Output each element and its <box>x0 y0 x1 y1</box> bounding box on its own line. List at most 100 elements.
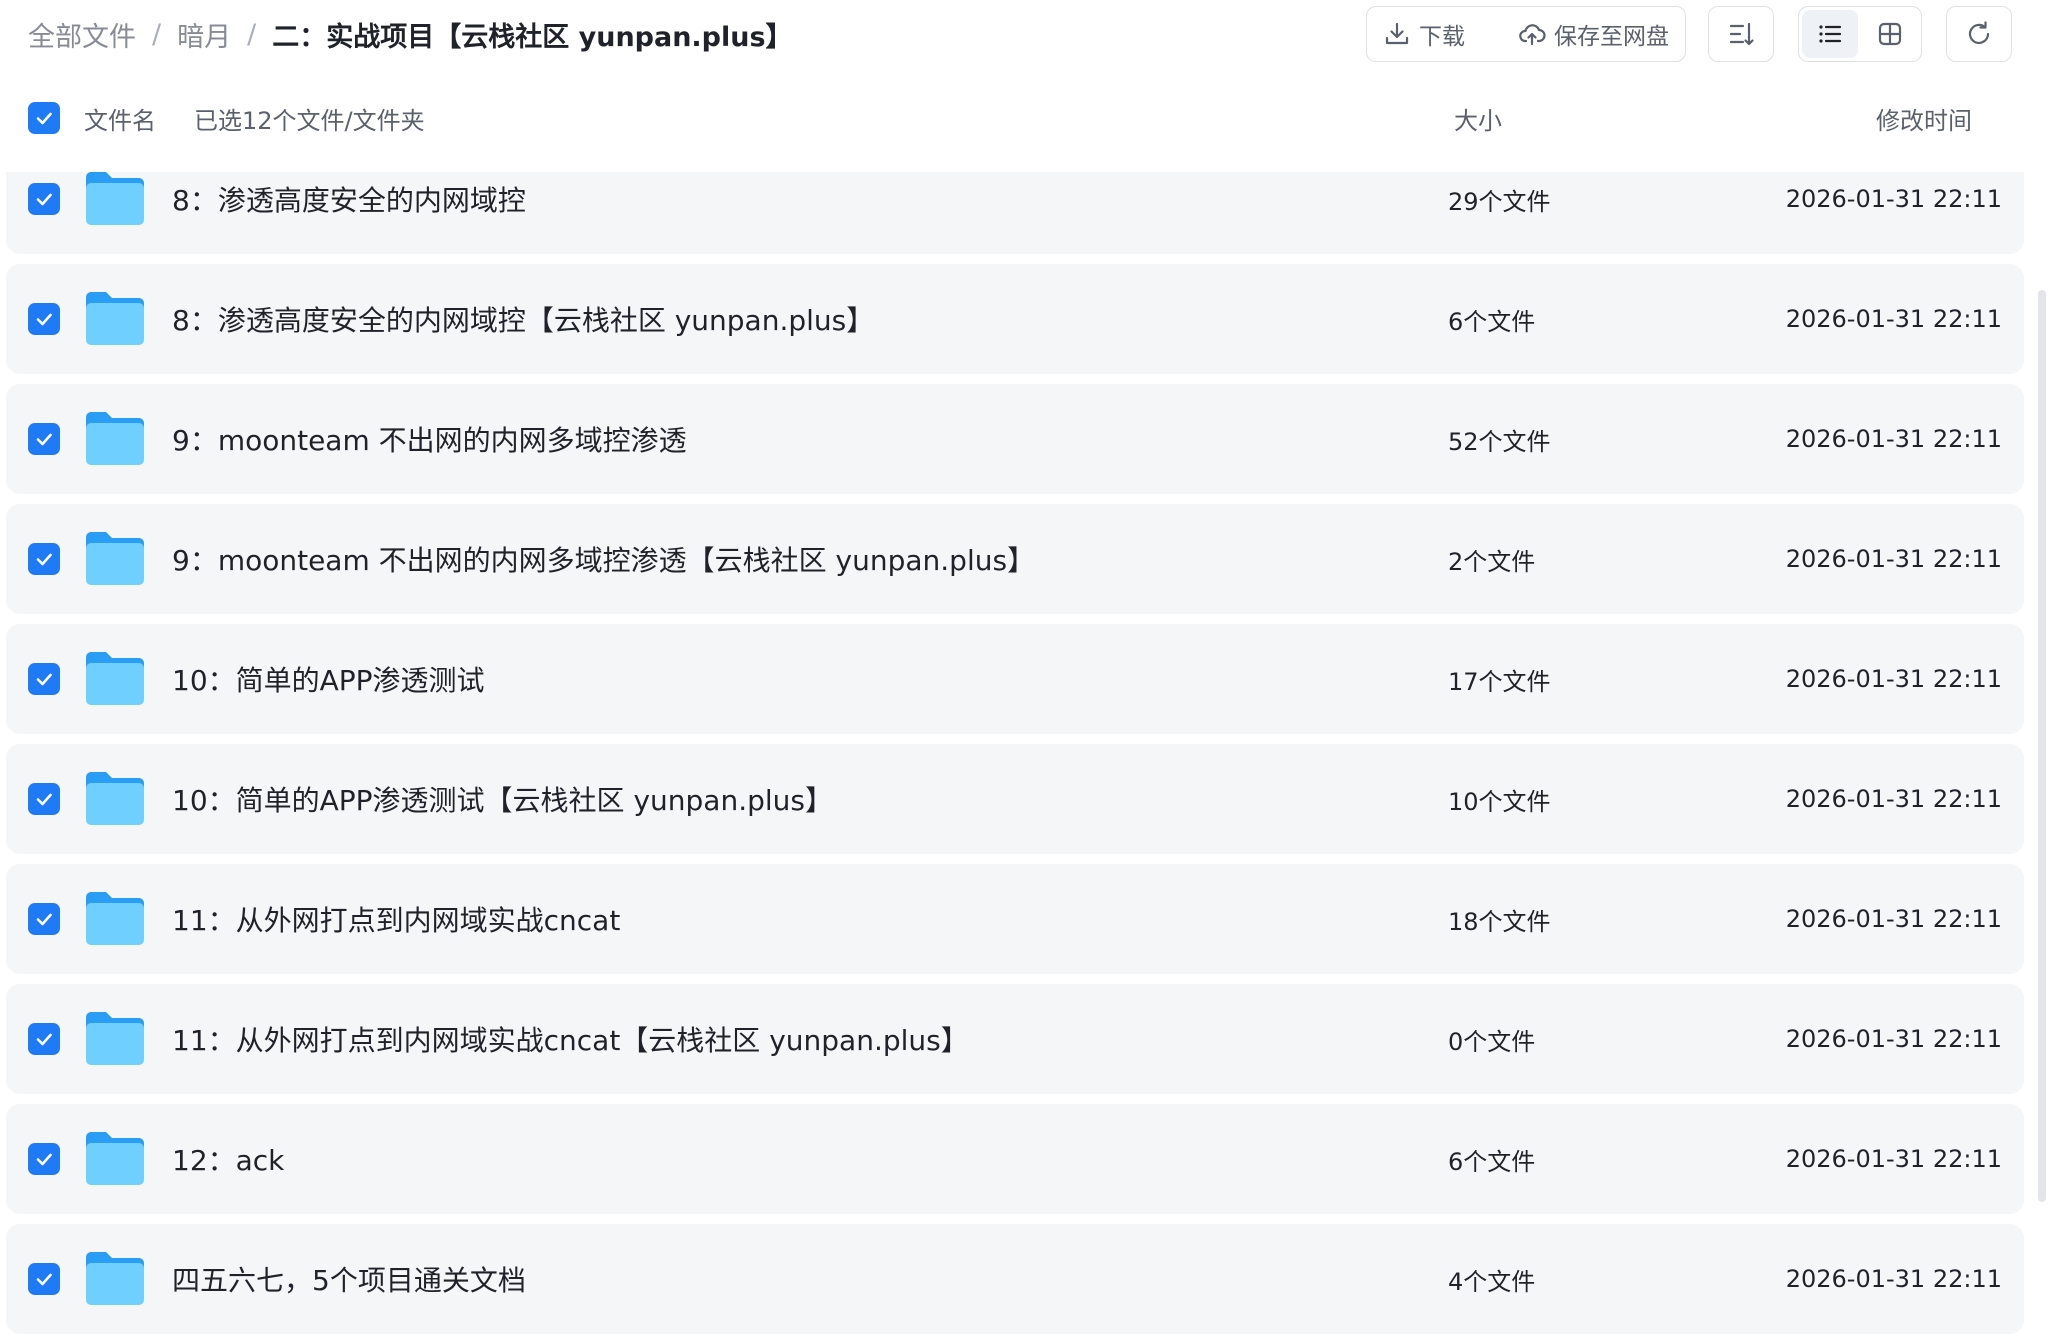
row-file-name[interactable]: 8：渗透高度安全的内网域控 <box>172 172 526 254</box>
folder-icon <box>84 769 146 827</box>
folder-icon <box>84 1129 146 1187</box>
row-modified-time: 2026-01-31 22:11 <box>1785 1145 2002 1173</box>
row-file-size: 10个文件 <box>1448 787 1551 816</box>
select-all-checkbox[interactable] <box>28 102 60 134</box>
breadcrumb-item-parent[interactable]: 暗月 <box>177 15 231 54</box>
breadcrumb-separator: / <box>247 18 257 50</box>
row-file-size: 4个文件 <box>1448 1267 1536 1296</box>
checkbox-checked-icon <box>36 1033 52 1046</box>
row-file-size: 18个文件 <box>1448 907 1551 936</box>
checkbox-checked-icon <box>36 1273 52 1286</box>
breadcrumb-current: 二：实战项目【云栈社区 yunpan.plus】 <box>272 21 793 53</box>
row-modified-time: 2026-01-31 22:11 <box>1785 545 2002 573</box>
grid-view-button[interactable] <box>1862 10 1918 58</box>
row-checkbox[interactable] <box>28 303 60 335</box>
row-file-size: 17个文件 <box>1448 667 1551 696</box>
download-button[interactable]: 下载 <box>1383 17 1465 51</box>
file-row[interactable]: 8：渗透高度安全的内网域控【云栈社区 yunpan.plus】 6个文件 202… <box>6 264 2024 374</box>
row-file-size: 52个文件 <box>1448 427 1551 456</box>
row-modified-time: 2026-01-31 22:11 <box>1785 185 2002 213</box>
sort-icon <box>1729 22 1754 46</box>
checkbox-checked-icon <box>36 433 52 446</box>
column-header: 文件名 已选12个文件/文件夹 大小 修改时间 <box>0 88 2048 148</box>
action-button-group: 下载 保存至网盘 <box>1366 6 1686 62</box>
row-modified-time: 2026-01-31 22:11 <box>1785 305 2002 333</box>
row-file-name[interactable]: 11：从外网打点到内网域实战cncat <box>172 864 620 974</box>
row-checkbox[interactable] <box>28 543 60 575</box>
file-row[interactable]: 9：moonteam 不出网的内网多域控渗透 52个文件 2026-01-31 … <box>6 384 2024 494</box>
row-file-name[interactable]: 8：渗透高度安全的内网域控【云栈社区 yunpan.plus】 <box>172 264 874 374</box>
row-file-name[interactable]: 10：简单的APP渗透测试 <box>172 624 485 734</box>
row-file-name[interactable]: 四五六七，5个项目通关文档 <box>172 1224 526 1334</box>
row-modified-time: 2026-01-31 22:11 <box>1785 1265 2002 1293</box>
row-checkbox[interactable] <box>28 1143 60 1175</box>
list-view-icon <box>1819 25 1842 43</box>
row-checkbox[interactable] <box>28 1023 60 1055</box>
folder-icon <box>84 529 146 587</box>
row-modified-time: 2026-01-31 22:11 <box>1785 1025 2002 1053</box>
file-row[interactable]: 8：渗透高度安全的内网域控 29个文件 2026-01-31 22:11 <box>6 172 2024 254</box>
row-file-name[interactable]: 10：简单的APP渗透测试【云栈社区 yunpan.plus】 <box>172 744 833 854</box>
folder-icon <box>84 409 146 467</box>
file-row[interactable]: 9：moonteam 不出网的内网多域控渗透【云栈社区 yunpan.plus】… <box>6 504 2024 614</box>
column-size-header[interactable]: 大小 <box>1454 101 1502 136</box>
refresh-icon <box>1968 21 1990 44</box>
breadcrumb-item-root[interactable]: 全部文件 <box>28 15 136 54</box>
row-checkbox[interactable] <box>28 663 60 695</box>
row-modified-time: 2026-01-31 22:11 <box>1785 665 2002 693</box>
vertical-scrollbar[interactable] <box>2038 290 2046 1202</box>
column-time-header[interactable]: 修改时间 <box>1876 101 1972 136</box>
row-file-size: 6个文件 <box>1448 307 1536 336</box>
top-toolbar: 全部文件 / 暗月 / 二：实战项目【云栈社区 yunpan.plus】 下载 … <box>0 0 2048 72</box>
selection-count: 已选12个文件/文件夹 <box>194 106 425 135</box>
row-file-size: 29个文件 <box>1448 187 1551 216</box>
folder-icon <box>84 1249 146 1307</box>
file-row[interactable]: 10：简单的APP渗透测试 17个文件 2026-01-31 22:11 <box>6 624 2024 734</box>
row-checkbox[interactable] <box>28 783 60 815</box>
file-row[interactable]: 12：ack 6个文件 2026-01-31 22:11 <box>6 1104 2024 1214</box>
cloud-upload-icon <box>1519 24 1546 46</box>
row-checkbox[interactable] <box>28 1263 60 1295</box>
grid-view-icon <box>1878 22 1902 46</box>
list-view-button[interactable] <box>1802 10 1858 58</box>
file-row[interactable]: 11：从外网打点到内网域实战cncat 18个文件 2026-01-31 22:… <box>6 864 2024 974</box>
checkbox-checked-icon <box>36 1153 52 1166</box>
checkbox-checked-icon <box>36 193 52 206</box>
file-row[interactable]: 四五六七，5个项目通关文档 4个文件 2026-01-31 22:11 <box>6 1224 2024 1334</box>
download-icon <box>1385 22 1409 45</box>
row-checkbox[interactable] <box>28 903 60 935</box>
row-file-size: 6个文件 <box>1448 1147 1536 1176</box>
checkbox-checked-icon <box>36 313 52 326</box>
file-list: 8：渗透高度安全的内网域控 29个文件 2026-01-31 22:11 8：渗… <box>0 172 2048 1342</box>
breadcrumb: 全部文件 / 暗月 / 二：实战项目【云栈社区 yunpan.plus】 <box>28 14 793 54</box>
save-to-drive-button[interactable]: 保存至网盘 <box>1518 17 1669 51</box>
breadcrumb-separator: / <box>152 18 162 50</box>
checkbox-checked-icon <box>36 793 52 806</box>
view-toggle-group <box>1798 6 1922 62</box>
row-checkbox[interactable] <box>28 423 60 455</box>
checkbox-checked-icon <box>36 673 52 686</box>
row-file-name[interactable]: 9：moonteam 不出网的内网多域控渗透 <box>172 384 687 494</box>
save-to-drive-label: 保存至网盘 <box>1554 24 1669 50</box>
row-file-name[interactable]: 11：从外网打点到内网域实战cncat【云栈社区 yunpan.plus】 <box>172 984 969 1094</box>
file-row[interactable]: 10：简单的APP渗透测试【云栈社区 yunpan.plus】 10个文件 20… <box>6 744 2024 854</box>
row-checkbox[interactable] <box>28 183 60 215</box>
row-file-size: 0个文件 <box>1448 1027 1536 1056</box>
folder-icon <box>84 649 146 707</box>
checkbox-checked-icon <box>36 553 52 566</box>
refresh-button[interactable] <box>1946 6 2012 62</box>
column-name-header[interactable]: 文件名 <box>84 101 156 136</box>
sort-button[interactable] <box>1708 6 1774 62</box>
folder-icon <box>84 889 146 947</box>
folder-icon <box>84 289 146 347</box>
row-file-size: 2个文件 <box>1448 547 1536 576</box>
download-label: 下载 <box>1419 24 1465 50</box>
checkbox-checked-icon <box>36 112 52 125</box>
row-file-name[interactable]: 9：moonteam 不出网的内网多域控渗透【云栈社区 yunpan.plus】 <box>172 504 1035 614</box>
folder-icon <box>84 1009 146 1067</box>
row-modified-time: 2026-01-31 22:11 <box>1785 785 2002 813</box>
row-file-name[interactable]: 12：ack <box>172 1104 284 1214</box>
file-row[interactable]: 11：从外网打点到内网域实战cncat【云栈社区 yunpan.plus】 0个… <box>6 984 2024 1094</box>
row-modified-time: 2026-01-31 22:11 <box>1785 425 2002 453</box>
row-modified-time: 2026-01-31 22:11 <box>1785 905 2002 933</box>
